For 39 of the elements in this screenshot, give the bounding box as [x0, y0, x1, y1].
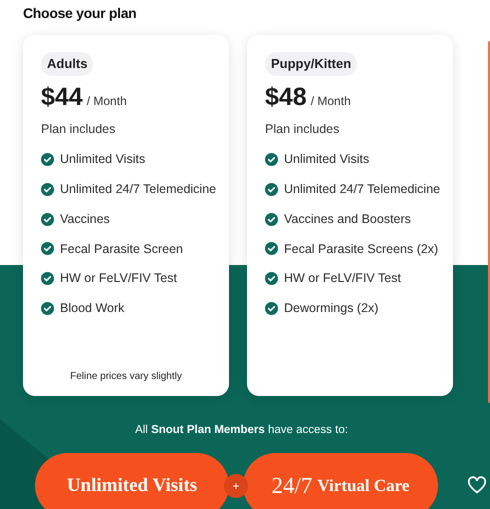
price-period: / Month	[310, 92, 351, 110]
check-icon	[265, 302, 278, 315]
feature-text: Fecal Parasite Screen	[60, 240, 183, 258]
check-icon	[41, 302, 54, 315]
feature-text: Vaccines and Boosters	[284, 210, 411, 228]
check-icon	[265, 272, 278, 286]
check-icon	[41, 272, 54, 286]
plan-price: $44	[41, 82, 83, 112]
plan-name-tag: Adults	[41, 52, 94, 76]
check-icon	[265, 242, 278, 256]
feature-text: Blood Work	[60, 300, 124, 317]
check-icon	[265, 182, 278, 196]
includes-label: Plan includes	[265, 120, 340, 138]
heart-icon[interactable]	[467, 476, 487, 494]
access-text: All Snout Plan Members have access to:	[135, 423, 348, 438]
pill-number: 24/7	[272, 472, 312, 500]
feature-text: Unlimited 24/7 Telemedicine	[60, 181, 216, 198]
pricing-note: Feline prices vary slightly	[70, 370, 182, 384]
check-icon	[41, 153, 54, 166]
check-icon	[265, 212, 278, 226]
feature-text: Vaccines	[60, 210, 110, 228]
price-period: / Month	[86, 92, 127, 110]
pill-text: Unlimited Visits	[66, 474, 198, 498]
feature-text: HW or FeLV/FIV Test	[284, 270, 401, 288]
feature-text: Unlimited 24/7 Telemedicine	[284, 181, 440, 198]
feature-text: Unlimited Visits	[284, 151, 370, 168]
includes-label: Plan includes	[41, 120, 116, 138]
check-icon	[41, 182, 54, 196]
plan-name-tag: Puppy/Kitten	[265, 52, 358, 76]
feature-text: Dewormings (2x)	[284, 300, 378, 317]
check-icon	[41, 242, 54, 256]
check-icon	[41, 212, 54, 226]
feature-text: Unlimited Visits	[60, 151, 146, 168]
pill-text: Virtual Care	[317, 475, 410, 497]
feature-text: HW or FeLV/FIV Test	[60, 270, 177, 288]
feature-text: Fecal Parasite Screens (2x)	[284, 240, 438, 258]
check-icon	[265, 153, 278, 166]
page-heading: Choose your plan	[23, 4, 138, 23]
plan-price: $48	[265, 82, 307, 112]
